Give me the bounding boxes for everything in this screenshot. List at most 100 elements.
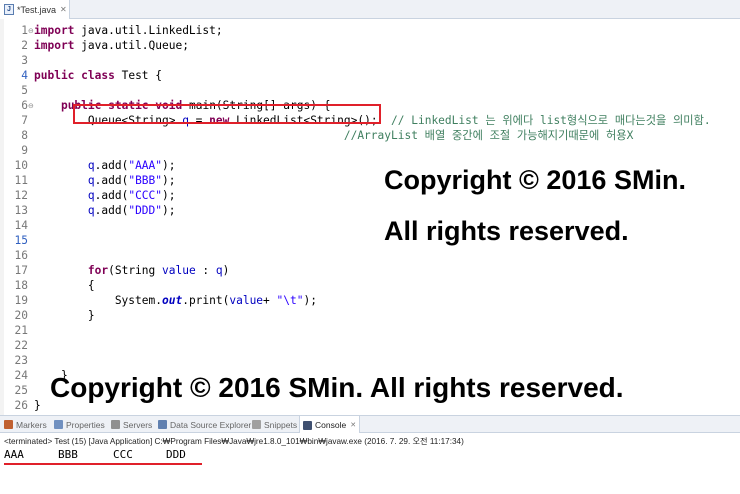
code-token: class [81,69,115,82]
line-number: 2 [21,39,28,52]
code-token: java.util.LinkedList; [74,24,223,37]
line-number: 24 [14,369,28,382]
code-editor[interactable]: 1 ⊖ import java.util.LinkedList; 2 import ja… [0,19,740,415]
line-number: 6 [21,99,28,112]
code-line[interactable]: 13 q.add("DDD"); [0,203,740,218]
tab-servers-label: Servers [123,419,153,430]
code-token: q [87,189,95,202]
code-token: "\t" [276,294,304,307]
code-line[interactable]: 4 public class Test { [0,68,740,83]
code-token: "AAA" [128,159,163,172]
tab-data-source-explorer[interactable]: Data Source Explorer [158,416,251,433]
line-number: 11 [14,174,28,187]
code-token: ) [222,264,230,277]
code-token: + [263,294,277,307]
code-line[interactable]: 15 [0,233,740,248]
line-number: 12 [14,189,28,202]
editor-tab-bar: J *Test.java ✕ [0,0,740,19]
code-line[interactable]: 16 [0,248,740,263]
code-token: (String [108,264,162,277]
line-number: 16 [14,249,28,262]
line-number: 23 [14,354,28,367]
code-token: Test { [114,69,163,82]
code-text: q.add("CCC"); [34,188,176,203]
code-line[interactable]: 23 [0,353,740,368]
code-token: .add( [94,189,129,202]
output-underline [4,463,202,465]
line-number: 1 [21,24,28,37]
line-number: 13 [14,204,28,217]
fold-toggle-icon[interactable]: ⊖ [28,24,34,39]
code-token: ); [162,174,176,187]
code-line[interactable]: 21 [0,323,740,338]
code-line[interactable]: 22 [0,338,740,353]
tab-console[interactable]: Console ✕ [299,416,361,434]
line-number: 22 [14,339,28,352]
code-text: q.add("DDD"); [34,203,176,218]
code-line[interactable]: 17 for(String value : q) [0,263,740,278]
code-token: "BBB" [128,174,163,187]
console-icon [303,420,312,430]
line-number: 10 [14,159,28,172]
code-token: ); [162,189,176,202]
line-number: 9 [21,144,28,157]
code-line[interactable]: 14 [0,218,740,233]
code-text: System.out.print(value+ "\t"); [34,293,317,308]
code-token: import [34,24,75,37]
tab-properties-label: Properties [66,419,105,430]
code-line[interactable]: 9 [0,143,740,158]
tab-snippets[interactable]: Snippets [252,416,297,433]
line-number: 26 [14,399,28,412]
code-token: //ArrayList 배열 중간에 조절 가능해지기때문에 허용X [343,129,634,142]
code-token: // LinkedList 는 위에다 list형식으로 매다는것을 의미함. [391,114,711,127]
line-number: 15 [14,234,28,247]
code-line[interactable]: 8 //ArrayList 배열 중간에 조절 가능해지기때문에 허용X [0,128,740,143]
code-text: //ArrayList 배열 중간에 조절 가능해지기때문에 허용X [34,128,633,143]
code-text: } [34,308,95,323]
code-token: q [87,174,95,187]
console-panel[interactable]: <terminated> Test (15) [Java Application… [0,433,740,494]
close-icon[interactable]: ✕ [350,421,356,429]
code-token: ); [162,159,176,172]
code-line[interactable]: 19 System.out.print(value+ "\t"); [0,293,740,308]
tab-properties[interactable]: Properties [54,416,105,433]
editor-tab-test-java[interactable]: J *Test.java ✕ [0,0,70,19]
code-line[interactable]: 5 [0,83,740,98]
fold-toggle-icon[interactable]: ⊖ [28,99,34,114]
code-token: : [195,264,216,277]
code-line[interactable]: 1 ⊖ import java.util.LinkedList; [0,23,740,38]
code-token: "CCC" [128,189,163,202]
console-status: <terminated> Test (15) [Java Application… [4,437,464,446]
code-token: ); [303,294,317,307]
code-token: q [215,264,223,277]
code-token: import [34,39,75,52]
close-icon[interactable]: ✕ [60,5,67,14]
line-number: 18 [14,279,28,292]
code-text: q.add("BBB"); [34,173,176,188]
console-output-item: CCC [113,448,133,461]
line-number: 14 [14,219,28,232]
code-line[interactable]: 3 [0,53,740,68]
code-token: for [87,264,109,277]
code-line[interactable]: 2 import java.util.Queue; [0,38,740,53]
code-token: .add( [94,204,129,217]
line-number: 8 [21,129,28,142]
line-number: 7 [21,114,28,127]
code-line[interactable]: 18 { [0,278,740,293]
snippets-icon [252,420,261,429]
code-token: .add( [94,159,129,172]
code-token: public [34,69,75,82]
watermark-line-1: Copyright © 2016 SMin. [384,165,686,195]
tab-console-label: Console [315,420,347,430]
console-output-item: BBB [58,448,78,461]
tab-markers[interactable]: Markers [4,416,47,433]
tab-snippets-label: Snippets [264,419,298,430]
java-file-icon: J [4,4,14,15]
tab-servers[interactable]: Servers [111,416,152,433]
code-line[interactable]: 20 } [0,308,740,323]
